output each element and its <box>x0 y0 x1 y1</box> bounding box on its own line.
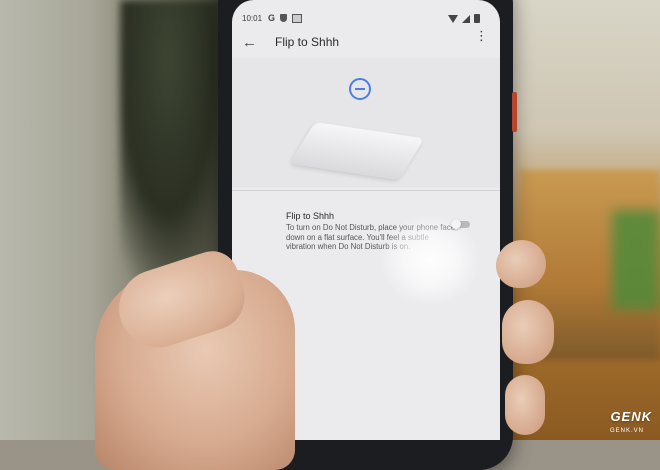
phone-face-down-illustration <box>289 121 425 181</box>
battery-icon <box>474 14 480 23</box>
setting-title[interactable]: Flip to Shhh <box>286 211 334 221</box>
signal-icon <box>462 14 470 23</box>
wifi-icon <box>448 14 458 23</box>
status-icons-left: G <box>268 13 303 23</box>
toggle-knob <box>451 219 461 229</box>
image-icon <box>292 13 303 23</box>
hand-finger <box>496 240 546 288</box>
flip-to-shhh-toggle[interactable] <box>451 219 470 229</box>
page-title: Flip to Shhh <box>275 35 340 49</box>
flip-illustration <box>232 58 500 188</box>
divider <box>232 190 500 191</box>
google-g-icon: G <box>268 13 276 23</box>
background-green-object <box>612 210 660 310</box>
status-time: 10:01 <box>242 14 263 23</box>
watermark-brand: GENK <box>610 409 652 424</box>
back-arrow-icon[interactable]: ← <box>242 34 257 51</box>
overflow-menu-icon[interactable]: ⋮ <box>475 29 488 42</box>
hand-finger <box>502 300 554 364</box>
setting-description: To turn on Do Not Disturb, place your ph… <box>286 223 456 251</box>
do-not-disturb-icon <box>349 78 371 100</box>
shield-icon <box>280 14 288 22</box>
status-icons-right <box>448 14 480 23</box>
hand-finger <box>505 375 545 435</box>
app-bar: ← Flip to Shhh ⋮ <box>232 29 500 56</box>
phone-power-button <box>512 92 517 132</box>
watermark-url: GENK.VN <box>609 428 644 434</box>
status-bar: 10:01 G <box>232 12 500 28</box>
